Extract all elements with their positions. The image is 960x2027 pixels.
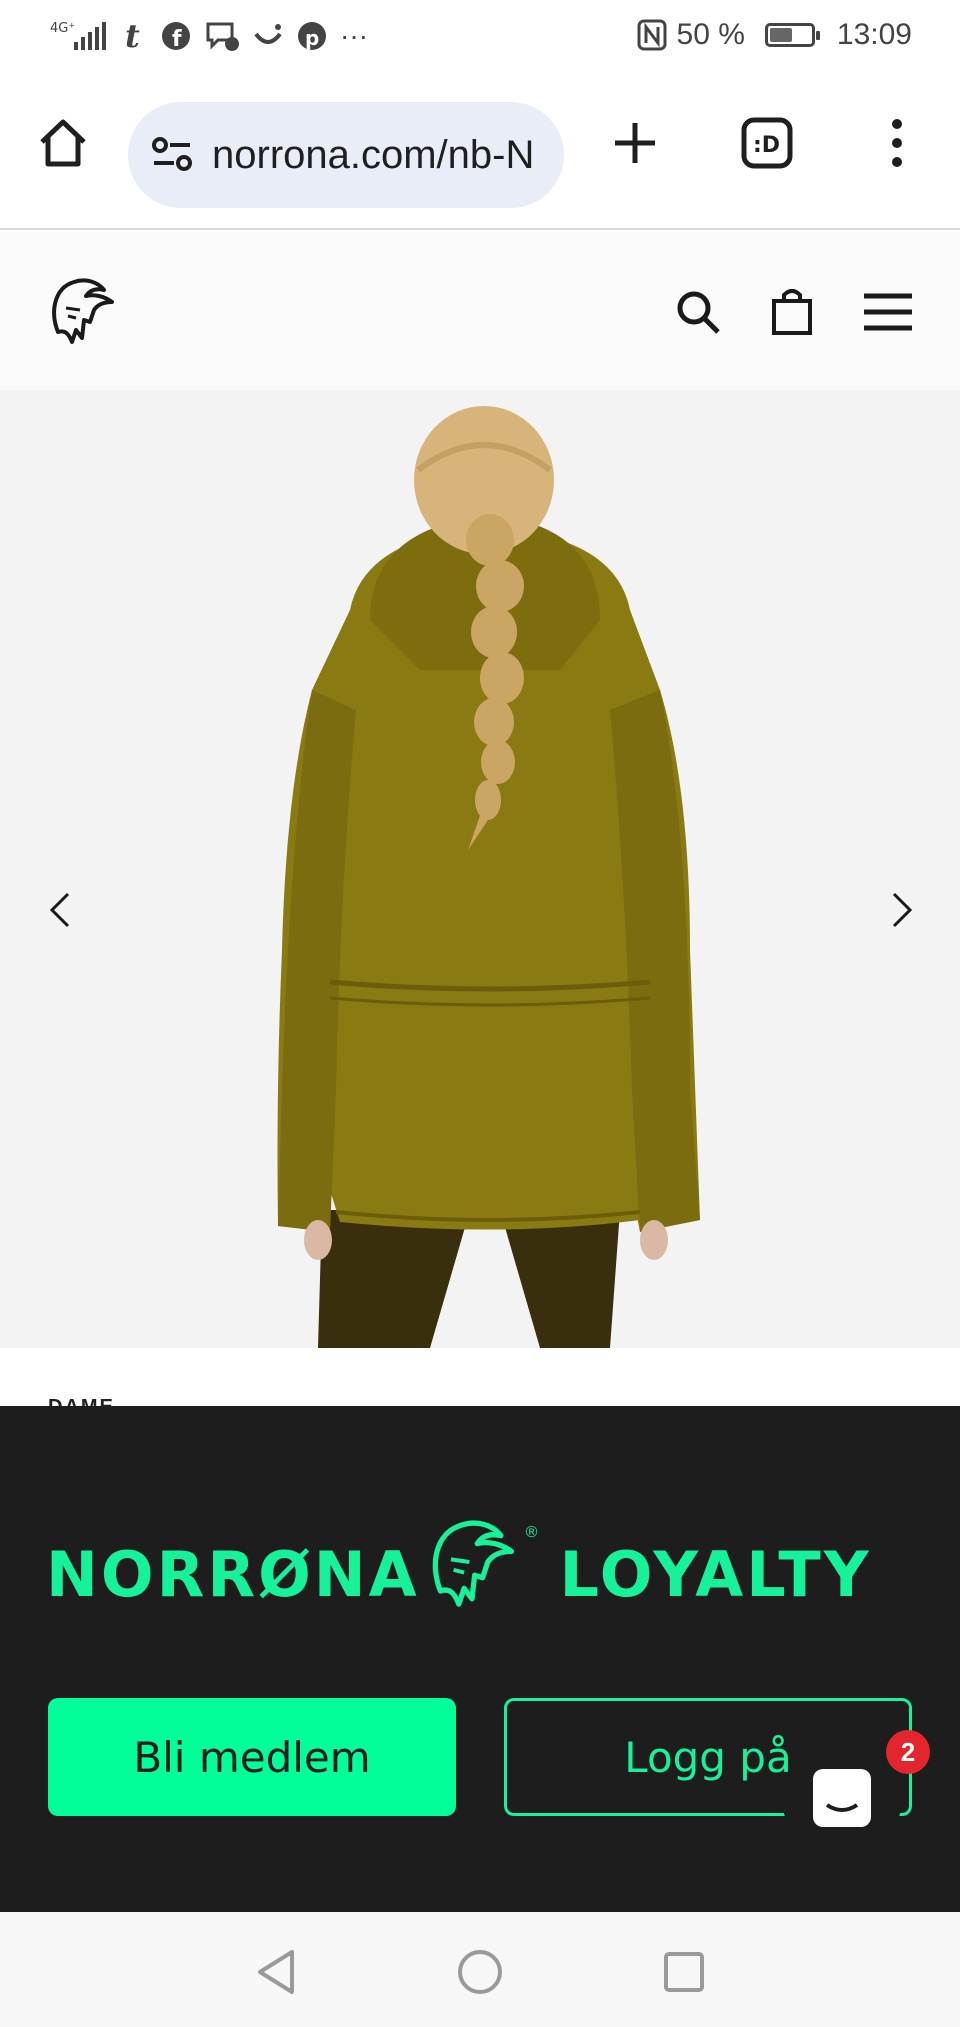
battery-icon	[764, 23, 820, 47]
pinterest-icon: p	[296, 20, 328, 52]
site-header	[0, 232, 960, 390]
loyalty-title: NORRØNA ® LOYALTY	[46, 1496, 872, 1611]
loyalty-brand-right: LOYALTY	[559, 1538, 872, 1611]
registered-mark: ®	[525, 1524, 538, 1541]
tab-count: :D	[753, 133, 780, 158]
product-image-carousel[interactable]	[0, 390, 960, 1348]
smile-icon	[252, 20, 284, 52]
status-right: 50 % 13:09	[637, 18, 912, 52]
shopping-bag-icon	[772, 289, 812, 335]
join-button[interactable]: Bli medlem	[48, 1698, 456, 1816]
messenger-icon	[204, 20, 240, 52]
facebook-icon: f	[160, 20, 192, 52]
chevron-right-icon	[892, 892, 913, 928]
new-tab-button[interactable]	[600, 108, 670, 178]
nfc-icon	[637, 19, 667, 51]
address-bar[interactable]: norrona.com/nb-N	[128, 102, 564, 208]
home-button[interactable]	[28, 108, 98, 178]
more-vertical-icon	[892, 119, 902, 167]
tabs-icon: :D	[741, 117, 793, 169]
status-bar: 4G⁺ t f p ··· 50 % 13:09	[0, 0, 960, 80]
norrona-logo-icon	[432, 1520, 514, 1607]
plus-icon	[615, 123, 655, 163]
home-circle-icon	[458, 1950, 502, 1994]
signal-icon: 4G⁺	[50, 18, 110, 54]
nav-recents-button[interactable]	[654, 1942, 714, 2002]
carousel-prev-button[interactable]	[40, 890, 80, 930]
norrona-logo-icon	[52, 278, 114, 344]
carousel-next-button[interactable]	[882, 890, 922, 930]
norrona-logo[interactable]	[46, 272, 118, 348]
chevron-left-icon	[49, 892, 70, 928]
svg-text:t: t	[125, 19, 140, 53]
chat-icon	[813, 1769, 871, 1827]
search-icon	[677, 291, 720, 334]
cart-button[interactable]	[762, 282, 822, 342]
tab-switcher-button[interactable]: :D	[732, 108, 802, 178]
chat-widget-button[interactable]	[782, 1738, 902, 1858]
clock: 13:09	[836, 18, 912, 51]
network-label: 4G⁺	[50, 21, 75, 36]
svg-text:f: f	[172, 27, 182, 52]
product-info-peek: DAME	[0, 1348, 960, 1418]
battery-fill	[769, 28, 792, 42]
product-image	[277, 406, 700, 1348]
hamburger-icon	[864, 293, 912, 331]
url-text: norrona.com/nb-N	[212, 132, 535, 177]
chat-unread-badge: 2	[886, 1730, 930, 1774]
browser-toolbar: norrona.com/nb-N :D	[0, 80, 960, 230]
nav-home-button[interactable]	[450, 1942, 510, 2002]
site-settings-icon[interactable]	[150, 135, 194, 175]
nav-back-button[interactable]	[246, 1942, 306, 2002]
more-icon: ···	[340, 20, 368, 51]
home-icon	[40, 119, 86, 167]
status-left: 4G⁺ t f p ···	[50, 18, 368, 54]
tumblr-icon: t	[122, 19, 148, 53]
svg-text:p: p	[305, 26, 319, 50]
battery-percent: 50 %	[676, 18, 745, 51]
search-button[interactable]	[668, 282, 728, 342]
loyalty-brand-left: NORRØNA	[46, 1538, 420, 1611]
menu-button[interactable]	[858, 282, 918, 342]
recents-square-icon	[664, 1952, 704, 1992]
back-triangle-icon	[258, 1950, 294, 1994]
system-nav-bar	[0, 1912, 960, 2027]
browser-menu-button[interactable]	[862, 108, 932, 178]
